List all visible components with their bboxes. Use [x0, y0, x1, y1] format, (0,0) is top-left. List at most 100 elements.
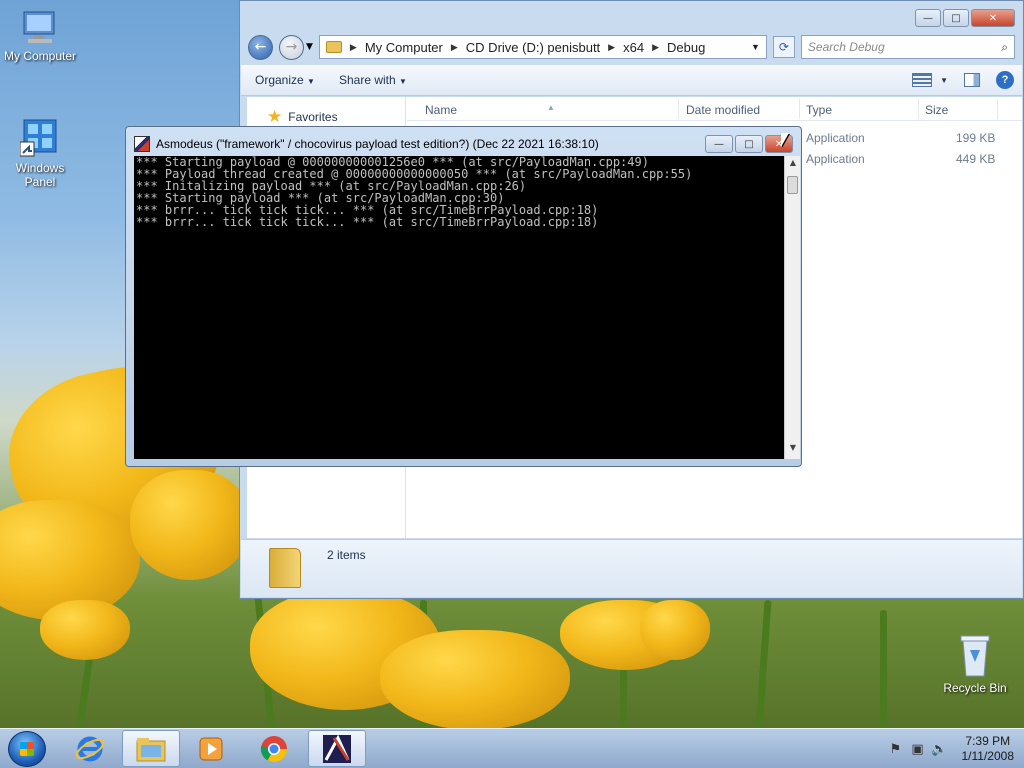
taskbar-internet-explorer[interactable] [61, 730, 119, 767]
address-bar[interactable]: ▶ My Computer ▶ CD Drive (D:) penisbutt … [318, 35, 767, 59]
nav-item-label: Favorites [288, 110, 338, 124]
back-button[interactable]: ← [248, 34, 273, 60]
maximize-button[interactable]: □ [943, 9, 969, 27]
maximize-icon: □ [951, 12, 961, 24]
close-icon: ✕ [988, 12, 998, 24]
close-button[interactable]: ✕ [971, 9, 1015, 27]
nav-item-favorites[interactable]: ★ Favorites [267, 107, 338, 127]
file-type: Application [806, 131, 865, 145]
change-view-button[interactable]: ▼ [912, 73, 948, 87]
clock-time: 7:39 PM [965, 734, 1011, 748]
refresh-button[interactable]: ⟳ [772, 36, 795, 58]
scroll-up-icon[interactable]: ▲ [785, 158, 801, 172]
volume-icon[interactable]: 🔈 [931, 741, 947, 757]
console-title: Asmodeus ("framework" / chocovirus paylo… [156, 137, 599, 151]
breadcrumb-item[interactable]: x64 [623, 40, 644, 55]
network-icon[interactable]: ▣ [910, 741, 926, 757]
column-header-type[interactable]: Type [806, 103, 832, 117]
help-button[interactable]: ? [996, 71, 1014, 89]
control-panel-icon [19, 118, 60, 158]
desktop-icon-windows-panel[interactable]: Windows Panel [0, 118, 80, 189]
asmodeus-app-icon [323, 734, 351, 763]
console-output[interactable]: *** Starting payload @ 000000000001256e0… [134, 156, 784, 459]
desktop-icon-label: My Computer [3, 49, 77, 63]
minimize-icon: — [923, 12, 933, 24]
breadcrumb-item[interactable]: My Computer [365, 40, 443, 55]
organize-label: Organize [255, 73, 304, 87]
column-headers: Name ▲ Date modified Type Size [407, 97, 1022, 121]
organize-button[interactable]: Organize ▼ [255, 73, 315, 87]
console-window: Asmodeus ("framework" / chocovirus paylo… [125, 126, 802, 467]
column-header-date-modified[interactable]: Date modified [686, 103, 760, 117]
scroll-down-icon[interactable]: ▼ [785, 443, 801, 457]
media-player-icon [199, 737, 223, 760]
minimize-icon: — [714, 138, 724, 150]
console-title-bar[interactable]: Asmodeus ("framework" / chocovirus paylo… [134, 136, 599, 152]
computer-icon [20, 10, 60, 46]
refresh-icon: ⟳ [778, 40, 789, 54]
taskbar-asmodeus[interactable] [308, 730, 366, 767]
search-placeholder: Search Debug [807, 40, 885, 54]
taskbar: ⚑ ▣ 🔈 7:39 PM 1/11/2008 [0, 728, 1024, 768]
search-input[interactable]: Search Debug ⌕ [800, 35, 1015, 59]
file-size: 449 KB [956, 152, 996, 166]
recycle-bin-icon [958, 632, 992, 678]
clock-date: 1/11/2008 [961, 749, 1015, 763]
back-arrow-icon: ← [254, 39, 267, 55]
chrome-icon [260, 735, 288, 762]
breadcrumb-chevron-icon: ▶ [608, 41, 616, 52]
console-scrollbar[interactable]: ▲ ▼ [784, 156, 800, 459]
scroll-thumb[interactable] [787, 176, 798, 194]
taskbar-chrome[interactable] [245, 730, 303, 767]
view-icon [912, 73, 933, 87]
desktop-icon-my-computer[interactable]: My Computer [0, 10, 80, 63]
action-center-icon[interactable]: ⚑ [888, 741, 904, 757]
taskbar-media-player[interactable] [182, 730, 240, 767]
column-header-name[interactable]: Name [425, 103, 457, 117]
start-button[interactable] [8, 731, 46, 767]
chevron-down-icon: ▼ [399, 77, 407, 86]
mouse-cursor-icon [781, 133, 789, 147]
share-with-label: Share with [338, 73, 396, 87]
breadcrumb-item[interactable]: CD Drive (D:) penisbutt [466, 40, 600, 55]
search-icon: ⌕ [1001, 39, 1008, 54]
forward-button[interactable]: → [279, 34, 304, 60]
console-title-buttons: — □ ✕ [705, 135, 793, 153]
help-icon: ? [1001, 74, 1009, 86]
asmodeus-app-icon [134, 136, 150, 152]
maximize-icon: □ [744, 138, 754, 150]
share-with-button[interactable]: Share with ▼ [339, 73, 407, 87]
sort-arrow-icon: ▲ [547, 103, 555, 112]
breadcrumb-chevron-icon: ▶ [652, 41, 659, 52]
folder-icon [269, 548, 301, 588]
explorer-title-buttons: — □ ✕ [915, 9, 1015, 27]
details-pane: 2 items [241, 539, 1022, 597]
taskbar-windows-explorer[interactable] [122, 730, 180, 767]
internet-explorer-icon [75, 736, 105, 761]
breadcrumb-item[interactable]: Debug [667, 40, 705, 55]
chevron-down-icon: ▼ [307, 77, 315, 86]
command-bar: Organize ▼ Share with ▼ ▼ ? [241, 65, 1022, 96]
preview-pane-button[interactable] [964, 73, 980, 87]
breadcrumb-chevron-icon: ▶ [349, 41, 357, 52]
file-type: Application [806, 152, 865, 166]
system-tray: ⚑ ▣ 🔈 7:39 PM 1/11/2008 [888, 729, 1015, 768]
recent-pages-dropdown-icon[interactable]: ▼ [306, 42, 313, 52]
breadcrumb-chevron-icon: ▶ [450, 41, 458, 52]
item-count: 2 items [327, 548, 366, 562]
explorer-folder-icon [136, 737, 166, 761]
star-icon: ★ [267, 107, 283, 126]
console-minimize-button[interactable]: — [705, 135, 733, 153]
column-header-size[interactable]: Size [925, 103, 948, 117]
chevron-down-icon: ▼ [940, 75, 948, 85]
desktop-icon-label: Windows Panel [15, 161, 65, 189]
forward-arrow-icon: → [285, 39, 298, 55]
console-line: *** brrr... tick tick tick... *** (at sr… [136, 215, 599, 229]
clock[interactable]: 7:39 PM 1/11/2008 [962, 734, 1015, 764]
minimize-button[interactable]: — [915, 9, 941, 27]
desktop-icon-recycle-bin[interactable]: Recycle Bin [935, 632, 1015, 695]
address-dropdown-icon[interactable]: ▼ [751, 42, 760, 52]
address-row: ← → ▼ ▶ My Computer ▶ CD Drive (D:) peni… [248, 33, 1015, 61]
console-maximize-button[interactable]: □ [735, 135, 763, 153]
folder-icon [325, 41, 342, 53]
